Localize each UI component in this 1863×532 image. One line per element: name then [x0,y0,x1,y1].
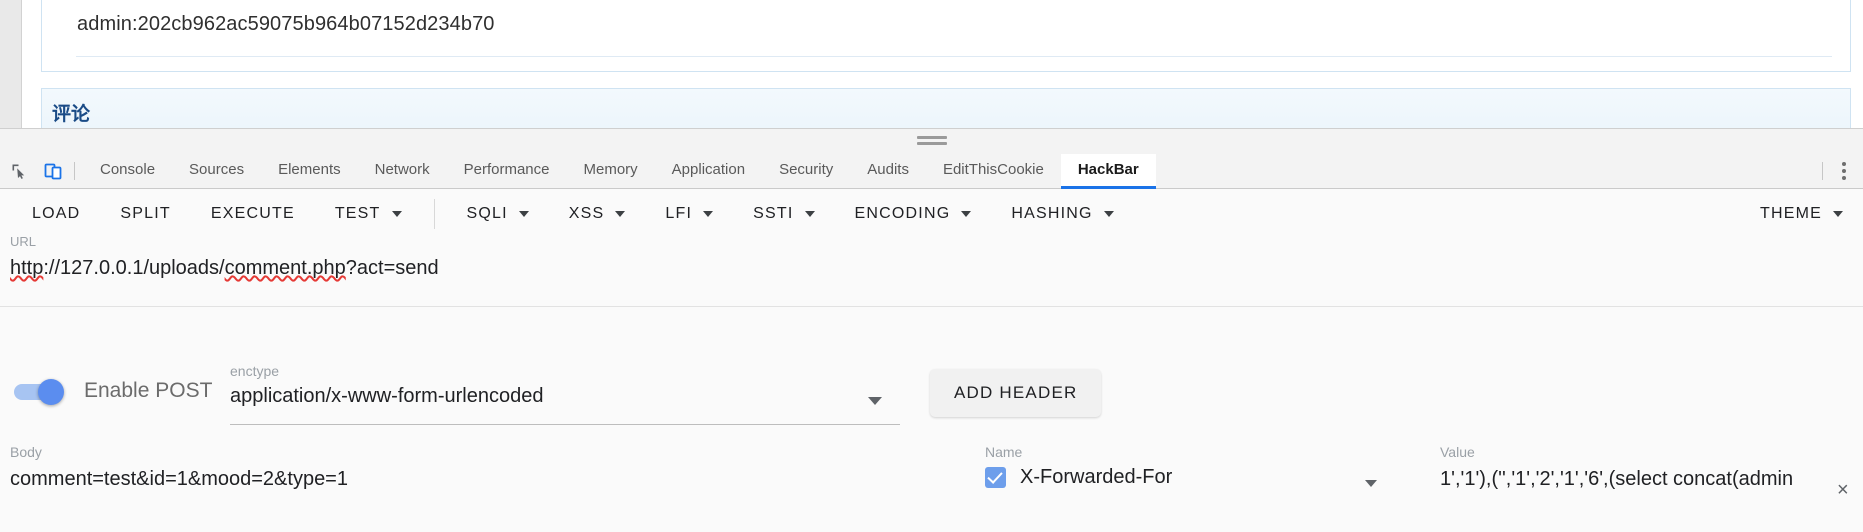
chevron-down-icon [1833,211,1843,217]
chevron-down-icon [615,211,626,217]
sqli-label: SQLI [466,205,508,222]
theme-menu-button[interactable]: THEME [1740,189,1863,239]
credential-result-card: admin:202cb962ac59075b964b07152d234b70 [41,0,1851,72]
toolbar-divider [433,199,435,229]
lfi-menu-button[interactable]: LFI [645,189,733,239]
load-label: LOAD [32,205,81,222]
chevron-down-icon [391,211,402,217]
tab-elements[interactable]: Elements [261,154,358,189]
inspect-element-icon[interactable] [4,156,34,186]
more-options-icon[interactable] [1831,156,1857,186]
test-label: TEST [334,205,381,222]
tabbar-right-group [1816,154,1863,189]
url-label: URL [10,234,37,249]
enctype-label: enctype [230,363,280,379]
url-field[interactable]: URL http://127.0.0.1/uploads/comment.php… [0,234,1863,307]
ssti-label: SSTI [753,205,794,222]
card-divider [76,56,1832,57]
tab-memory[interactable]: Memory [567,154,655,189]
test-menu-button[interactable]: TEST [315,189,422,239]
header-name-label: Name [985,444,1023,460]
web-page-content: admin:202cb962ac59075b964b07152d234b70 评… [0,0,1863,128]
tab-performance[interactable]: Performance [447,154,567,189]
resize-grip-icon[interactable] [916,136,947,146]
page-left-gutter [0,0,22,128]
url-input[interactable]: http://127.0.0.1/uploads/comment.php?act… [10,257,439,280]
tabbar-right-divider [1822,162,1823,180]
header-value-label: Value [1440,444,1475,460]
hashing-menu-button[interactable]: HASHING [991,189,1133,239]
split-button[interactable]: SPLIT [100,189,190,239]
enctype-select[interactable]: enctype application/x-www-form-urlencode… [230,363,900,425]
header-name-field: Name X-Forwarded-For [985,444,1385,489]
devtools-window: Console Sources Elements Network Perform… [0,128,1863,532]
lfi-label: LFI [665,205,693,222]
tab-security[interactable]: Security [762,154,850,189]
credential-text: admin:202cb962ac59075b964b07152d234b70 [77,13,495,35]
enable-post-label: Enable POST [84,379,213,402]
sqli-menu-button[interactable]: SQLI [447,189,549,239]
tab-application[interactable]: Application [655,154,762,189]
enctype-value: application/x-www-form-urlencoded [230,385,544,407]
header-name-row: X-Forwarded-For [985,466,1385,489]
devtools-resize-handle[interactable] [0,129,1863,154]
split-label: SPLIT [120,205,171,222]
devtools-tabbar: Console Sources Elements Network Perform… [0,153,1863,189]
theme-label: THEME [1760,205,1822,222]
post-settings-row: Enable POST enctype application/x-www-fo… [0,357,1863,435]
add-header-label: ADD HEADER [954,383,1078,402]
url-host-path: ://127.0.0.1/uploads/ [43,257,225,279]
tab-sources[interactable]: Sources [172,154,261,189]
toolbar-right-group: THEME [1740,189,1863,239]
url-query: ?act=send [345,257,439,279]
remove-header-icon[interactable]: × [1837,480,1849,500]
hashing-label: HASHING [1011,205,1093,222]
encoding-menu-button[interactable]: ENCODING [835,189,992,239]
header-name-input[interactable]: X-Forwarded-For [1020,466,1172,489]
hackbar-toolbar: LOAD SPLIT EXECUTE TEST SQLI XSS LFI SST… [0,189,1863,239]
chevron-down-icon [1103,211,1114,217]
chevron-down-icon [804,211,815,217]
tab-console[interactable]: Console [83,154,172,189]
chevron-down-icon [518,211,529,217]
enable-post-toggle[interactable] [14,379,72,405]
chevron-down-icon [961,211,972,217]
chevron-down-icon[interactable] [868,397,882,405]
header-value-input[interactable]: 1','1'),('','1','2','1','6',(select conc… [1440,468,1822,491]
chevron-down-icon[interactable] [1365,480,1377,487]
body-input[interactable]: comment=test&id=1&mood=2&type=1 [10,468,910,491]
tab-hackbar[interactable]: HackBar [1060,153,1156,189]
comment-section-title: 评论 [52,104,91,125]
toggle-knob [38,379,64,405]
header-enabled-checkbox[interactable] [985,467,1006,488]
tabbar-divider [74,162,75,180]
load-button[interactable]: LOAD [12,189,100,239]
url-scheme: http [10,257,44,279]
devtools-tab-list: Console Sources Elements Network Perform… [83,153,1156,189]
ssti-menu-button[interactable]: SSTI [733,189,834,239]
xss-label: XSS [568,205,605,222]
comment-section-card: 评论 [41,88,1851,128]
chevron-down-icon [703,211,714,217]
tab-network[interactable]: Network [358,154,447,189]
encoding-label: ENCODING [854,205,951,222]
execute-label: EXECUTE [210,205,295,222]
xss-menu-button[interactable]: XSS [549,189,646,239]
hackbar-panel: LOAD SPLIT EXECUTE TEST SQLI XSS LFI SST… [0,189,1863,532]
body-field[interactable]: Body comment=test&id=1&mood=2&type=1 [10,444,910,491]
body-label: Body [10,444,42,460]
header-value-field: Value 1','1'),('','1','2','1','6',(selec… [1440,444,1840,491]
tab-editthiscookie[interactable]: EditThisCookie [926,154,1061,189]
add-header-button[interactable]: ADD HEADER [930,369,1102,417]
body-and-header-row: Body comment=test&id=1&mood=2&type=1 Nam… [0,444,1863,532]
url-filename: comment.php [224,257,346,279]
device-toolbar-icon[interactable] [38,156,68,186]
execute-button[interactable]: EXECUTE [191,189,315,239]
tab-audits[interactable]: Audits [850,154,926,189]
